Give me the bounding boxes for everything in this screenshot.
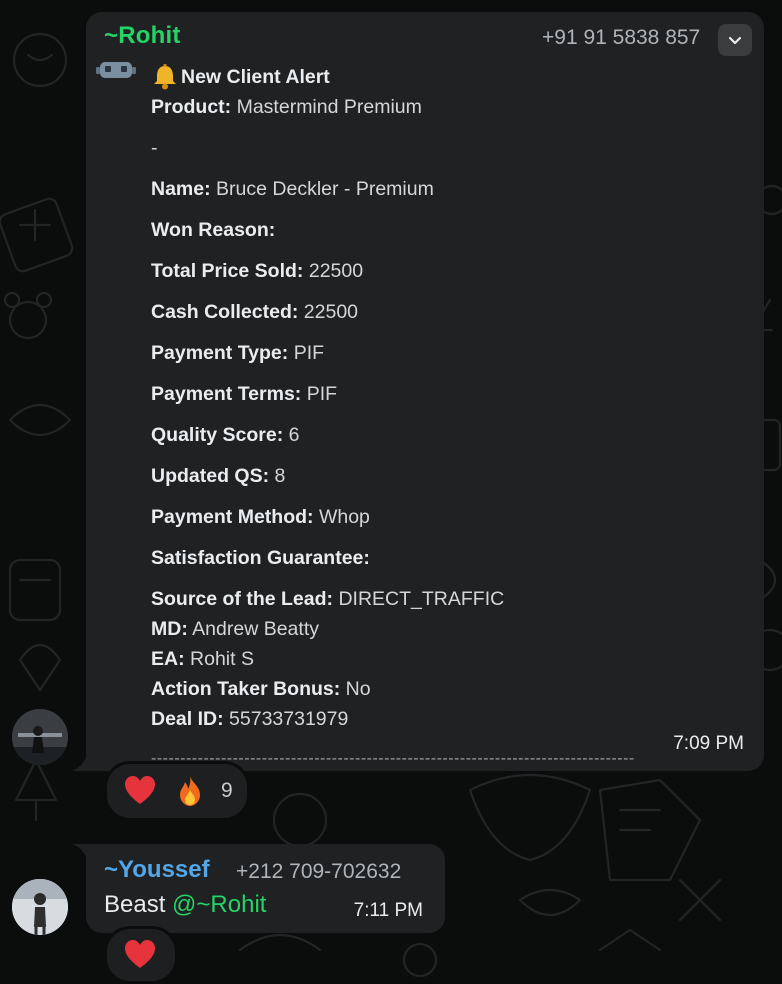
field-quality-score: Quality Score: 6 xyxy=(151,424,300,446)
message-text: New Client Alert Product: Mastermind Pre… xyxy=(151,62,711,734)
reaction-count: 9 xyxy=(221,779,233,802)
sender-name[interactable]: ~Rohit xyxy=(104,22,181,50)
message-time: 7:09 PM xyxy=(673,733,744,754)
field-md: MD: Andrew Beatty xyxy=(151,618,319,640)
alert-title: New Client Alert xyxy=(181,66,330,88)
message-bubble-rohit[interactable]: ~Rohit +91 91 5838 857 New Client Alert … xyxy=(86,12,764,771)
field-total-price-sold: Total Price Sold: 22500 xyxy=(151,260,364,282)
field-payment-terms: Payment Terms: PIF xyxy=(151,383,338,405)
avatar-rohit[interactable] xyxy=(12,709,68,765)
sender-phone: +91 91 5838 857 xyxy=(542,26,701,49)
heart-icon xyxy=(125,776,155,804)
robot-emoji-icon xyxy=(96,62,136,78)
message-text: Beast @~Rohit xyxy=(104,891,267,918)
chevron-down-icon xyxy=(728,36,742,45)
message-bubble-youssef[interactable]: ~Youssef +212 709-702632 Beast @~Rohit 7… xyxy=(86,844,445,933)
field-dash: - xyxy=(151,137,158,159)
field-payment-method: Payment Method: Whop xyxy=(151,506,370,528)
field-updated-qs: Updated QS: 8 xyxy=(151,465,286,487)
avatar-photo xyxy=(12,709,68,765)
reactions-bar-rohit[interactable]: 9 xyxy=(104,761,250,821)
sender-name[interactable]: ~Youssef xyxy=(104,856,210,884)
alert-title-line: New Client Alert xyxy=(151,62,711,92)
field-cash-collected: Cash Collected: 22500 xyxy=(151,301,359,323)
field-action-taker-bonus: Action Taker Bonus: No xyxy=(151,678,371,700)
field-product: Product: Mastermind Premium xyxy=(151,96,422,118)
field-source-of-lead: Source of the Lead: DIRECT_TRAFFIC xyxy=(151,588,505,610)
message-menu-button[interactable] xyxy=(718,24,752,56)
avatar-photo xyxy=(12,879,68,935)
field-satisfaction-guarantee: Satisfaction Guarantee: xyxy=(151,547,370,569)
bell-icon xyxy=(154,64,176,90)
mention-link[interactable]: @~Rohit xyxy=(172,891,266,918)
field-name: Name: Bruce Deckler - Premium xyxy=(151,178,434,200)
field-payment-type: Payment Type: PIF xyxy=(151,342,325,364)
reactions-bar-youssef[interactable] xyxy=(104,926,178,984)
sender-phone: +212 709-702632 xyxy=(236,860,402,883)
field-ea: EA: Rohit S xyxy=(151,648,254,670)
heart-icon xyxy=(125,940,155,968)
field-won-reason: Won Reason: xyxy=(151,219,276,241)
fire-icon xyxy=(180,776,200,806)
message-time: 7:11 PM xyxy=(353,900,423,921)
field-deal-id: Deal ID: 55733731979 xyxy=(151,708,349,730)
avatar-youssef[interactable] xyxy=(12,879,68,935)
